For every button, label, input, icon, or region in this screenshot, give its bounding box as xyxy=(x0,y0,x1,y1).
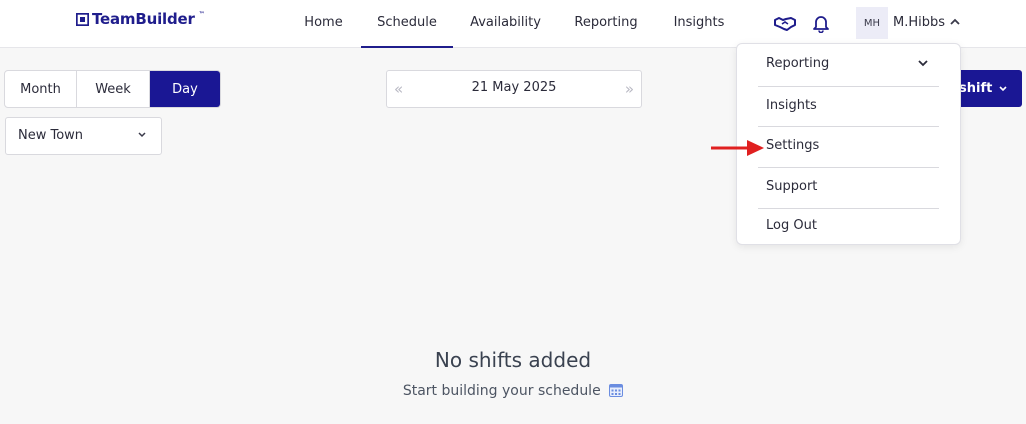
logo-mark-icon xyxy=(76,12,89,26)
location-select[interactable]: New Town xyxy=(5,117,162,155)
current-date[interactable]: 21 May 2025 xyxy=(387,71,641,105)
teambuilder-logo[interactable]: TeamBuilder ™ xyxy=(76,10,205,28)
menu-item-label: Reporting xyxy=(766,56,830,71)
view-week-button[interactable]: Week xyxy=(77,71,150,107)
menu-item-insights[interactable]: Insights xyxy=(758,86,939,126)
view-month-button[interactable]: Month xyxy=(5,71,77,107)
empty-state-title: No shifts added xyxy=(434,348,592,372)
chevron-up-icon[interactable] xyxy=(949,17,961,27)
location-value: New Town xyxy=(18,128,84,143)
next-day-button[interactable]: » xyxy=(625,71,634,107)
menu-item-settings[interactable]: Settings xyxy=(758,126,939,166)
logo-text: TeamBuilder xyxy=(92,10,195,28)
empty-state-subtitle-text: Start building your schedule xyxy=(402,383,601,399)
user-dropdown-menu: Reporting Insights Settings Support Log … xyxy=(736,43,961,245)
calendar-icon xyxy=(609,384,624,397)
menu-item-reporting[interactable]: Reporting xyxy=(758,44,939,84)
view-toggle: Month Week Day xyxy=(4,70,221,108)
bell-icon[interactable] xyxy=(809,12,833,36)
chevron-down-icon xyxy=(999,85,1007,91)
view-day-button[interactable]: Day xyxy=(150,71,220,107)
menu-item-support[interactable]: Support xyxy=(758,167,939,207)
nav-schedule[interactable]: Schedule xyxy=(361,0,453,48)
handshake-icon[interactable] xyxy=(773,12,797,36)
top-header: TeamBuilder ™ Home Schedule Availability … xyxy=(0,0,1026,48)
red-arrow-icon xyxy=(711,140,764,156)
user-avatar[interactable]: MH xyxy=(856,7,888,39)
nav-home[interactable]: Home xyxy=(296,0,351,48)
menu-item-logout[interactable]: Log Out xyxy=(758,206,939,246)
logo-trademark: ™ xyxy=(198,10,205,18)
nav-insights[interactable]: Insights xyxy=(666,0,732,48)
chevron-down-icon xyxy=(918,60,928,67)
nav-reporting[interactable]: Reporting xyxy=(566,0,646,48)
user-name[interactable]: M.Hibbs xyxy=(893,15,945,30)
add-shift-label: shift xyxy=(959,81,993,96)
nav-availability[interactable]: Availability xyxy=(463,0,548,48)
chevron-down-icon xyxy=(138,132,146,138)
date-navigator: « 21 May 2025 » xyxy=(386,70,642,108)
empty-state-subtitle: Start building your schedule xyxy=(0,383,1026,399)
